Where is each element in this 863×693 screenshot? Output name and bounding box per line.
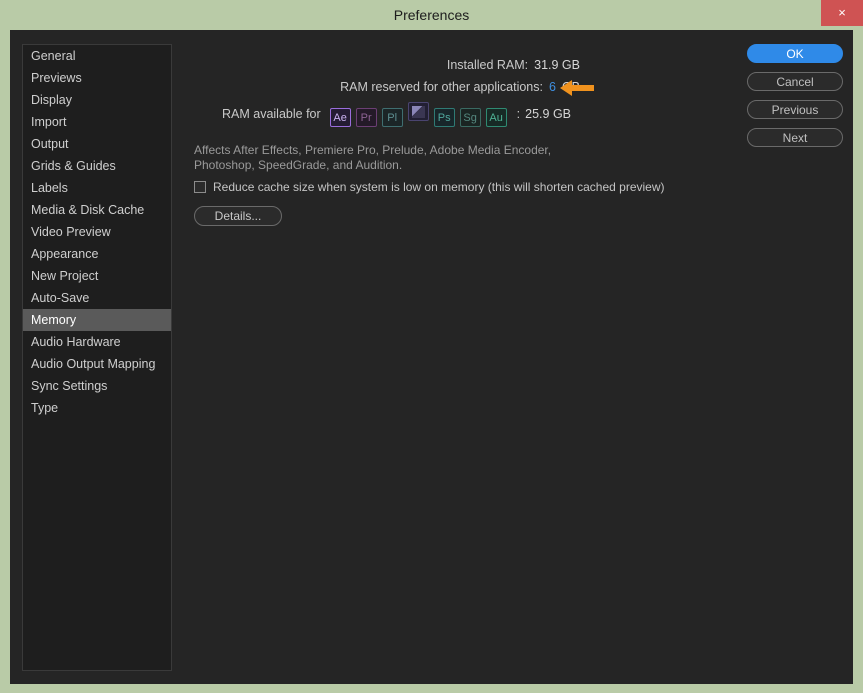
affects-description: Affects After Effects, Premiere Pro, Pre… [194, 143, 552, 172]
adobe-app-badges[interactable]: Ae Pr Pl Ps Sg Au [329, 101, 512, 127]
app-badge-photoshop[interactable]: Ps [433, 107, 455, 127]
sidebar-item-auto-save[interactable]: Auto-Save [23, 287, 171, 309]
reduce-cache-label: Reduce cache size when system is low on … [213, 180, 665, 194]
sidebar-item-previews[interactable]: Previews [23, 67, 171, 89]
dialog-body: General Previews Display Import Output Grids … [10, 30, 853, 684]
app-badge-after-effects[interactable]: Ae [329, 107, 351, 127]
sidebar-item-media-disk-cache[interactable]: Media & Disk Cache [23, 199, 171, 221]
reserved-ram-row: RAM reserved for other applications:6GB [180, 80, 580, 94]
app-badge-prelude[interactable]: Pl [381, 107, 403, 127]
cancel-button[interactable]: Cancel [747, 72, 843, 91]
sidebar-item-appearance[interactable]: Appearance [23, 243, 171, 265]
reserved-ram-label: RAM reserved for other applications: [340, 80, 543, 94]
sidebar-item-new-project[interactable]: New Project [23, 265, 171, 287]
installed-ram-value: 31.9 GB [534, 58, 580, 72]
app-badge-premiere-pro[interactable]: Pr [355, 107, 377, 127]
preferences-window: Preferences × General Previews Display Impo… [0, 0, 863, 693]
ok-button[interactable]: OK [747, 44, 843, 63]
installed-ram-label: Installed RAM: [446, 58, 529, 72]
details-button[interactable]: Details... [194, 206, 282, 226]
reduce-cache-row[interactable]: Reduce cache size when system is low on … [194, 180, 665, 194]
ram-available-value: 25.9 GB [525, 107, 572, 121]
sidebar-item-display[interactable]: Display [23, 89, 171, 111]
sidebar-item-grids-guides[interactable]: Grids & Guides [23, 155, 171, 177]
ram-available-row: RAM available for Ae Pr Pl Ps Sg Au : 25.9 GB [222, 101, 572, 127]
title-bar: Preferences × [0, 0, 863, 30]
left-arrow-icon [558, 77, 598, 99]
app-badge-adobe-media-encoder[interactable] [407, 101, 429, 121]
sidebar-item-sync-settings[interactable]: Sync Settings [23, 375, 171, 397]
media-encoder-glyph-icon [411, 105, 425, 118]
sidebar-item-audio-hardware[interactable]: Audio Hardware [23, 331, 171, 353]
memory-settings-pane: Installed RAM: 31.9 GB RAM reserved for o… [180, 30, 740, 684]
sidebar-item-general[interactable]: General [23, 45, 171, 67]
sidebar-item-audio-output-mapping[interactable]: Audio Output Mapping [23, 353, 171, 375]
app-badge-audition[interactable]: Au [485, 107, 507, 127]
reserved-ram-value-input[interactable]: 6 [549, 80, 556, 95]
reduce-cache-checkbox[interactable] [194, 181, 206, 193]
app-badge-speedgrade[interactable]: Sg [459, 107, 481, 127]
ram-available-separator: : [516, 107, 521, 121]
close-icon[interactable]: × [821, 0, 863, 26]
sidebar-item-video-preview[interactable]: Video Preview [23, 221, 171, 243]
next-button[interactable]: Next [747, 128, 843, 147]
ram-available-label: RAM available for [222, 107, 321, 121]
sidebar-item-type[interactable]: Type [23, 397, 171, 419]
dialog-action-buttons[interactable]: OK Cancel Previous Next [747, 44, 843, 156]
window-title: Preferences [393, 7, 470, 23]
sidebar-item-labels[interactable]: Labels [23, 177, 171, 199]
sidebar-item-memory[interactable]: Memory [23, 309, 171, 331]
previous-button[interactable]: Previous [747, 100, 843, 119]
sidebar-item-output[interactable]: Output [23, 133, 171, 155]
sidebar-item-import[interactable]: Import [23, 111, 171, 133]
installed-ram-row: Installed RAM: 31.9 GB [180, 58, 580, 72]
preferences-category-list[interactable]: General Previews Display Import Output Grids … [22, 44, 172, 671]
